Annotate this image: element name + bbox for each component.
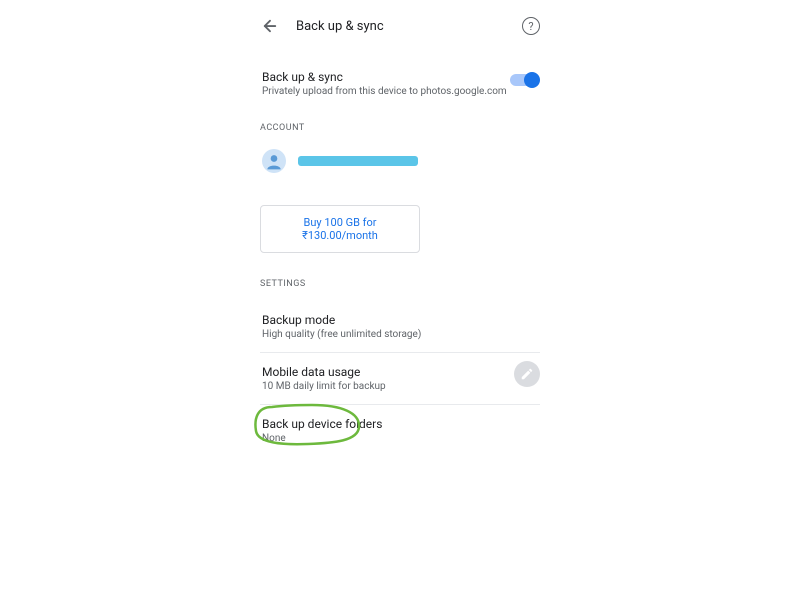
mobile-data-subtitle: 10 MB daily limit for backup [262,381,538,392]
edit-mobile-data-button[interactable] [514,361,540,387]
settings-section-label: SETTINGS [260,279,540,289]
device-folders-item[interactable]: Back up device folders None [260,405,540,456]
header: Back up & sync ? [260,10,540,42]
device-folders-title: Back up device folders [262,417,538,431]
avatar [262,149,286,173]
account-section-label: ACCOUNT [260,123,540,133]
device-folders-subtitle: None [262,433,538,444]
backup-sync-toggle-row[interactable]: Back up & sync Privately upload from thi… [260,70,540,97]
account-row[interactable] [260,145,540,177]
toggle-subtitle: Privately upload from this device to pho… [262,86,510,97]
toggle-text: Back up & sync Privately upload from thi… [262,70,510,97]
backup-mode-subtitle: High quality (free unlimited storage) [262,329,538,340]
mobile-data-title: Mobile data usage [262,365,538,379]
help-icon[interactable]: ? [522,17,540,35]
settings-list: Backup mode High quality (free unlimited… [260,301,540,456]
buy-storage-button[interactable]: Buy 100 GB for ₹130.00/month [260,205,420,253]
page-title: Back up & sync [296,19,506,34]
toggle-knob [524,72,540,88]
backup-mode-title: Backup mode [262,313,538,327]
toggle-switch[interactable] [510,74,538,86]
account-email-redacted [298,156,418,166]
back-arrow-icon[interactable] [260,16,280,36]
toggle-title: Back up & sync [262,70,510,84]
mobile-data-item[interactable]: Mobile data usage 10 MB daily limit for … [260,353,540,405]
backup-mode-item[interactable]: Backup mode High quality (free unlimited… [260,301,540,353]
